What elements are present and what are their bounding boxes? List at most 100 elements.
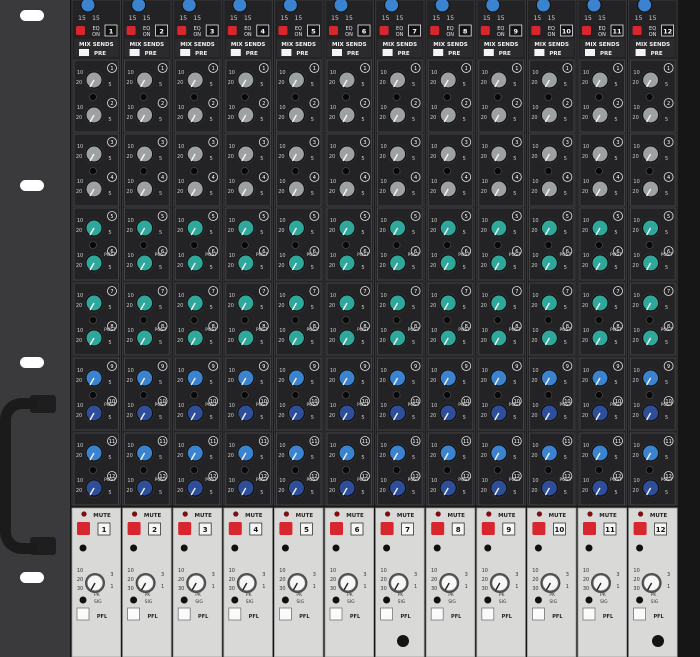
link-switch[interactable] xyxy=(139,93,148,101)
send-knob[interactable] xyxy=(540,329,558,347)
send-knob[interactable] xyxy=(136,404,154,422)
eq-knob[interactable] xyxy=(586,0,602,13)
link-switch[interactable] xyxy=(443,316,452,324)
link-switch[interactable] xyxy=(443,391,452,399)
link-switch[interactable] xyxy=(291,241,300,249)
pfl-button[interactable] xyxy=(177,607,191,621)
link-switch[interactable] xyxy=(89,316,97,324)
link-switch[interactable] xyxy=(291,167,300,175)
link-switch[interactable] xyxy=(241,93,249,101)
eq-on-button[interactable] xyxy=(480,26,490,35)
pre-button[interactable] xyxy=(382,49,393,56)
send-knob[interactable] xyxy=(540,254,558,272)
link-switch[interactable] xyxy=(241,167,249,175)
link-switch[interactable] xyxy=(89,241,97,249)
pre-button[interactable] xyxy=(635,49,646,56)
link-switch[interactable] xyxy=(392,466,401,474)
pre-button[interactable] xyxy=(534,49,545,56)
send-knob[interactable] xyxy=(540,479,558,497)
pfl-button[interactable] xyxy=(76,607,90,621)
link-switch[interactable] xyxy=(190,241,198,249)
eq-knob[interactable] xyxy=(434,0,450,13)
eq-knob[interactable] xyxy=(181,0,197,13)
link-switch[interactable] xyxy=(190,316,198,324)
send-knob[interactable] xyxy=(540,145,558,163)
send-knob[interactable] xyxy=(540,444,558,462)
link-switch[interactable] xyxy=(89,93,97,101)
route-switch[interactable] xyxy=(130,544,138,552)
eq-knob[interactable] xyxy=(637,0,653,13)
link-switch[interactable] xyxy=(443,241,452,249)
link-switch[interactable] xyxy=(595,316,603,324)
link-switch[interactable] xyxy=(493,241,502,249)
route-switch[interactable] xyxy=(534,544,542,552)
route-switch[interactable] xyxy=(281,544,289,552)
pfl-button[interactable] xyxy=(278,607,292,621)
route-switch[interactable] xyxy=(332,544,340,552)
route-switch[interactable] xyxy=(433,544,441,552)
pfl-button[interactable] xyxy=(531,607,545,621)
link-switch[interactable] xyxy=(392,93,401,101)
link-switch[interactable] xyxy=(139,466,148,474)
link-switch[interactable] xyxy=(89,167,97,175)
pre-button[interactable] xyxy=(129,49,140,56)
link-switch[interactable] xyxy=(89,466,97,474)
pfl-button[interactable] xyxy=(228,607,242,621)
pre-button[interactable] xyxy=(585,49,595,56)
link-switch[interactable] xyxy=(241,391,249,399)
link-switch[interactable] xyxy=(291,93,300,101)
route-switch[interactable] xyxy=(636,544,644,552)
mute-button[interactable] xyxy=(77,522,90,535)
eq-knob[interactable] xyxy=(333,0,349,13)
eq-knob[interactable] xyxy=(282,0,298,13)
mute-button[interactable] xyxy=(583,522,596,535)
route-switch[interactable] xyxy=(585,544,593,552)
pre-button[interactable] xyxy=(332,49,342,56)
route-switch[interactable] xyxy=(231,544,239,552)
route-switch[interactable] xyxy=(79,544,87,552)
pre-button[interactable] xyxy=(230,49,241,56)
send-knob[interactable] xyxy=(136,71,154,89)
send-knob[interactable] xyxy=(136,329,154,347)
send-knob[interactable] xyxy=(540,219,558,237)
link-switch[interactable] xyxy=(392,391,401,399)
eq-knob[interactable] xyxy=(485,0,501,13)
link-switch[interactable] xyxy=(291,466,300,474)
link-switch[interactable] xyxy=(291,391,300,399)
mute-button[interactable] xyxy=(279,522,293,535)
send-knob[interactable] xyxy=(136,369,154,387)
route-switch[interactable] xyxy=(180,544,188,552)
route-switch[interactable] xyxy=(484,544,492,552)
link-switch[interactable] xyxy=(544,466,553,474)
mute-button[interactable] xyxy=(178,522,192,535)
send-knob[interactable] xyxy=(540,404,558,422)
link-switch[interactable] xyxy=(241,316,249,324)
eq-on-button[interactable] xyxy=(227,26,237,35)
send-knob[interactable] xyxy=(136,219,154,237)
link-switch[interactable] xyxy=(544,167,553,175)
send-knob[interactable] xyxy=(540,180,558,198)
link-switch[interactable] xyxy=(493,167,502,175)
link-switch[interactable] xyxy=(595,167,603,175)
link-switch[interactable] xyxy=(645,167,654,175)
send-knob[interactable] xyxy=(136,106,154,124)
eq-knob[interactable] xyxy=(80,0,96,13)
pfl-button[interactable] xyxy=(582,607,596,621)
mute-button[interactable] xyxy=(127,522,141,535)
pre-button[interactable] xyxy=(79,49,89,56)
eq-knob[interactable] xyxy=(131,0,147,13)
link-switch[interactable] xyxy=(139,391,148,399)
send-knob[interactable] xyxy=(540,369,558,387)
eq-on-button[interactable] xyxy=(76,26,85,35)
link-switch[interactable] xyxy=(595,391,603,399)
link-switch[interactable] xyxy=(493,93,502,101)
pre-button[interactable] xyxy=(483,49,494,56)
link-switch[interactable] xyxy=(443,167,452,175)
mute-button[interactable] xyxy=(481,522,495,535)
link-switch[interactable] xyxy=(342,316,350,324)
link-switch[interactable] xyxy=(89,391,97,399)
pre-button[interactable] xyxy=(180,49,191,56)
link-switch[interactable] xyxy=(645,316,654,324)
link-switch[interactable] xyxy=(392,167,401,175)
eq-knob[interactable] xyxy=(384,0,400,13)
